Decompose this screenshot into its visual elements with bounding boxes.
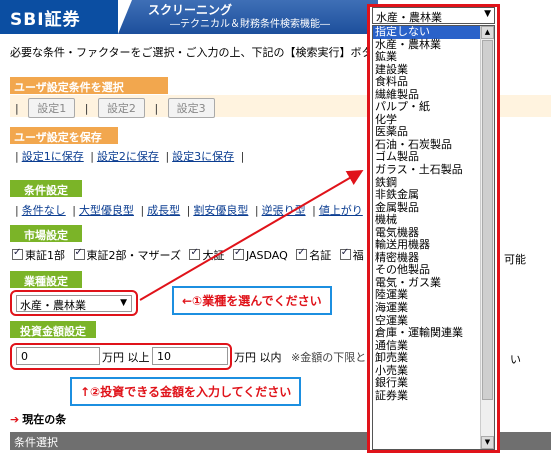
dropdown-option[interactable]: 銀行業 [373, 377, 481, 390]
dropdown-option[interactable]: 食料品 [373, 76, 481, 89]
industry-select-highlight: 水産・農林業 ▼ [10, 290, 138, 316]
checkbox-icon[interactable] [232, 247, 244, 260]
load-setting-1-button[interactable]: 設定1 [28, 98, 76, 118]
dropdown-option[interactable]: ガラス・土石製品 [373, 164, 481, 177]
scroll-thumb[interactable] [482, 40, 493, 400]
condition-contrarian-link[interactable]: 逆張り型 [262, 204, 306, 217]
dropdown-option[interactable]: 機械 [373, 214, 481, 227]
user-save-row: | 設定1に保存 | 設定2に保存 | 設定3に保存 | [15, 150, 245, 163]
arrow-right-icon: ➔ [10, 413, 20, 426]
amount-max-unit: 万円 以内 [234, 351, 282, 364]
market-tse2-mothers[interactable]: 東証2部・マザーズ [73, 247, 181, 262]
dropdown-select-value: 水産・農林業 [376, 11, 442, 24]
market-tse1[interactable]: 東証1部 [12, 247, 65, 262]
title-band: スクリーニング ―テクニカル＆財務条件検索機能― [118, 0, 378, 34]
market-row: 東証1部 東証2部・マザーズ 大証 JASDAQ 名証 福 [12, 247, 369, 263]
dropdown-scrollbar[interactable]: ▲ ▼ [480, 26, 494, 449]
logo: SBI証券 [0, 0, 118, 34]
scroll-up-icon[interactable]: ▲ [481, 26, 494, 39]
user-select-header: ユーザ設定条件を選択 [10, 77, 168, 94]
checkbox-icon[interactable] [339, 247, 351, 260]
load-setting-3-button[interactable]: 設定3 [167, 98, 215, 118]
market-jasdaq[interactable]: JASDAQ [232, 247, 288, 262]
dropdown-option[interactable]: 倉庫・運輸関連業 [373, 327, 481, 340]
condition-row: | 条件なし | 大型優良型 | 成長型 | 割安優良型 | 逆張り型 | 値上がり [15, 204, 363, 217]
dropdown-arrow-icon: ▼ [484, 9, 491, 19]
annotation-select-industry: ←①業種を選んでください [172, 286, 332, 315]
dropdown-items: 指定しない 水産・農林業 鉱業 建設業 食料品 繊維製品 パルプ・紙 化学 医薬品 石油・石炭製品… [373, 26, 481, 402]
checkbox-icon[interactable] [189, 247, 201, 260]
condition-select-label: 条件選択 [14, 436, 58, 449]
market-nse[interactable]: 名証 [296, 247, 331, 262]
industry-header: 業種設定 [10, 271, 82, 288]
save-setting-3-link[interactable]: 設定3に保存 [172, 150, 234, 163]
pointer-arrow [139, 169, 364, 301]
industry-select[interactable]: 水産・農林業 ▼ [16, 295, 132, 312]
user-save-header: ユーザ設定を保存 [10, 127, 118, 144]
dropdown-option[interactable]: パルプ・紙 [373, 101, 481, 114]
annotation-enter-amount: ↑②投資できる金額を入力してください [70, 377, 302, 406]
save-setting-2-link[interactable]: 設定2に保存 [97, 150, 159, 163]
market-fse[interactable]: 福 [339, 247, 364, 262]
market-trailing-text: 可能 [504, 253, 526, 266]
dropdown-select[interactable]: 水産・農林業 ▼ [372, 7, 495, 24]
condition-rising-link[interactable]: 値上がり [319, 204, 363, 217]
page-subtitle: ―テクニカル＆財務条件検索機能― [170, 19, 330, 30]
amount-header: 投資金額設定 [10, 321, 96, 338]
amount-max-input[interactable]: 10 [152, 347, 228, 365]
dropdown-option[interactable]: 輸送用機器 [373, 239, 481, 252]
dropdown-list: 指定しない 水産・農林業 鉱業 建設業 食料品 繊維製品 パルプ・紙 化学 医薬品 石油・石炭製品… [372, 25, 495, 450]
amount-highlight: 0 万円 以上 10 [10, 343, 232, 370]
dropdown-option[interactable]: 指定しない [373, 26, 481, 39]
dropdown-option[interactable]: 証券業 [373, 390, 481, 403]
dropdown-arrow-icon: ▼ [120, 298, 127, 308]
dropdown-option[interactable]: 海運業 [373, 302, 481, 315]
condition-large-quality-link[interactable]: 大型優良型 [79, 204, 134, 217]
amount-min-unit: 万円 以上 [102, 351, 150, 364]
checkbox-icon[interactable] [12, 247, 23, 260]
condition-header: 条件設定 [10, 180, 82, 197]
dropdown-option[interactable]: 非鉄金属 [373, 189, 481, 202]
dropdown-option[interactable]: 卸売業 [373, 352, 481, 365]
scroll-down-icon[interactable]: ▼ [481, 436, 494, 449]
dropdown-option[interactable]: 鉱業 [373, 51, 481, 64]
condition-growth-link[interactable]: 成長型 [147, 204, 180, 217]
save-setting-1-link[interactable]: 設定1に保存 [22, 150, 84, 163]
market-ose[interactable]: 大証 [189, 247, 224, 262]
condition-value-link[interactable]: 割安優良型 [193, 204, 248, 217]
intro-text: 必要な条件・ファクターをご選択・ご入力の上、下記の【検索実行】ボタン [10, 46, 384, 59]
industry-select-value: 水産・農林業 [20, 299, 86, 312]
amount-note: ※金額の下限と [291, 351, 367, 364]
user-select-row: | 設定1 | 設定2 | 設定3 [12, 98, 218, 118]
market-header: 市場設定 [10, 225, 82, 242]
checkbox-icon[interactable] [73, 247, 85, 260]
condition-none-link[interactable]: 条件なし [22, 204, 66, 217]
load-setting-2-button[interactable]: 設定2 [97, 98, 145, 118]
logo-text: SBI証券 [10, 10, 81, 30]
amount-min-input[interactable]: 0 [16, 347, 100, 365]
amount-max-unit-row: 万円 以内 ※金額の下限と [234, 349, 366, 365]
checkbox-icon[interactable] [296, 247, 308, 260]
amount-note-tail: い [510, 353, 521, 366]
current-conditions-title: ➔ 現在の条 [10, 413, 67, 426]
